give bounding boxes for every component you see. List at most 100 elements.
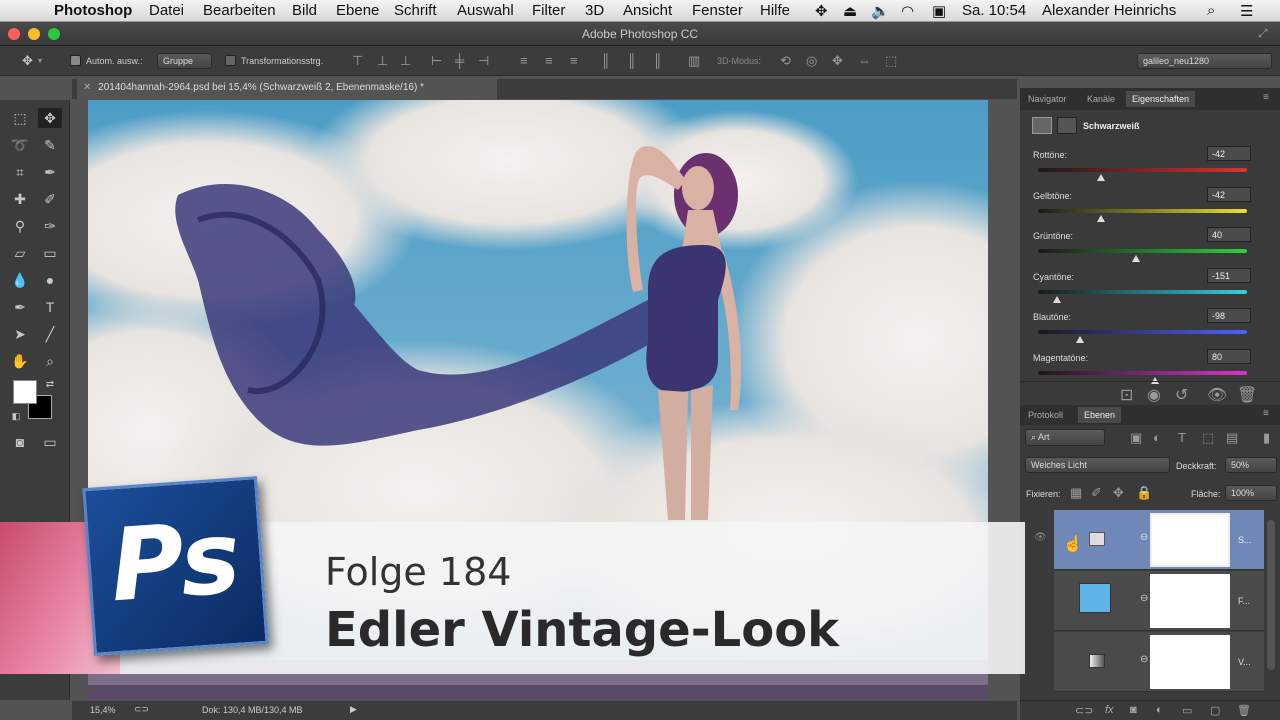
tab-history[interactable]: Protokoll: [1028, 410, 1063, 420]
pen-tool-icon[interactable]: ✒: [8, 297, 32, 317]
slider-thumb[interactable]: [1132, 255, 1141, 262]
layer-name[interactable]: S...: [1238, 535, 1252, 545]
layer-mask-thumbnail[interactable]: [1150, 635, 1230, 689]
3d-slide-icon[interactable]: ⇔: [858, 54, 871, 68]
crop-tool-icon[interactable]: ⌗: [8, 162, 32, 182]
visibility-eye-icon[interactable]: 👁: [1207, 385, 1227, 405]
tab-layers[interactable]: Ebenen: [1078, 407, 1122, 423]
new-adjustment-icon[interactable]: ◐: [1156, 704, 1163, 716]
lock-transparency-icon[interactable]: ▦: [1070, 486, 1082, 500]
3d-pan-icon[interactable]: ✥: [832, 54, 843, 68]
lock-all-icon[interactable]: 🔒: [1136, 486, 1152, 500]
auto-select-checkbox[interactable]: [70, 55, 81, 66]
menu-3d[interactable]: 3D: [585, 2, 604, 19]
lasso-tool-icon[interactable]: ➰: [8, 135, 32, 155]
distribute-vcenter-icon[interactable]: ≡: [545, 54, 553, 68]
link-layers-icon[interactable]: ⊂⊃: [1075, 704, 1093, 717]
filter-type-icon[interactable]: T: [1178, 431, 1186, 445]
view-previous-icon[interactable]: ◉: [1147, 385, 1161, 405]
distribute-hcenter-icon[interactable]: ║: [627, 54, 636, 68]
calendar-icon[interactable]: ▣: [932, 2, 946, 20]
slider-track[interactable]: [1038, 249, 1247, 253]
adjustment-type-icon[interactable]: [1032, 117, 1052, 134]
notification-list-icon[interactable]: ☰: [1240, 2, 1253, 20]
menu-hilfe[interactable]: Hilfe: [760, 2, 790, 19]
layer-row[interactable]: ⊖ F...: [1054, 571, 1264, 631]
layer-row-selected[interactable]: 👁 ⊖ S...: [1034, 510, 1264, 570]
slider-thumb[interactable]: [1052, 295, 1061, 303]
layers-scrollbar[interactable]: [1267, 520, 1275, 670]
volume-icon[interactable]: 🔈: [871, 2, 890, 20]
spotlight-search-icon[interactable]: ⌕: [1207, 2, 1215, 19]
foreground-color-swatch[interactable]: [13, 380, 37, 404]
status-menu-arrow-icon[interactable]: ▶: [350, 704, 357, 715]
layer-row[interactable]: ⊖ V...: [1054, 632, 1264, 692]
transform-controls-checkbox[interactable]: [225, 55, 236, 66]
mask-link-icon[interactable]: ⊖: [1140, 654, 1148, 665]
mask-link-icon[interactable]: ⊖: [1140, 532, 1148, 543]
new-layer-icon[interactable]: ▢: [1210, 704, 1220, 717]
align-left-icon[interactable]: ⊢: [431, 54, 442, 68]
layer-mask-thumbnail[interactable]: [1150, 574, 1230, 628]
layer-visibility-icon[interactable]: 👁: [1034, 532, 1047, 543]
workspace-switcher[interactable]: galileo_neu1280: [1137, 53, 1272, 69]
mask-icon[interactable]: [1057, 117, 1077, 134]
clock[interactable]: Sa. 10:54: [962, 2, 1026, 19]
align-vcenter-icon[interactable]: ⊥: [377, 54, 388, 68]
close-document-icon[interactable]: ✕: [83, 82, 91, 93]
menu-bearbeiten[interactable]: Bearbeiten: [203, 2, 276, 19]
menu-photoshop[interactable]: Photoshop: [54, 2, 132, 19]
eject-icon[interactable]: ⏏: [843, 2, 857, 20]
3d-scale-icon[interactable]: ⬚: [885, 54, 897, 68]
auto-select-target-select[interactable]: Gruppe: [157, 53, 212, 69]
swap-colors-icon[interactable]: ⇄: [38, 375, 62, 395]
menu-schrift[interactable]: Schrift: [394, 2, 437, 19]
gradient-tool-icon[interactable]: ▭: [38, 243, 62, 263]
hand-tool-icon[interactable]: ✋: [8, 351, 32, 371]
quick-selection-tool-icon[interactable]: ✎: [38, 135, 62, 155]
fill-input[interactable]: 100%: [1225, 485, 1277, 501]
align-hcenter-icon[interactable]: ╪: [455, 54, 464, 68]
auto-align-icon[interactable]: ▥: [688, 54, 700, 68]
3d-rotate-icon[interactable]: ⟲: [780, 54, 791, 68]
tab-navigator[interactable]: Navigator: [1028, 94, 1067, 104]
slider-value-input[interactable]: -98: [1207, 308, 1251, 323]
slider-value-input[interactable]: 80: [1207, 348, 1251, 364]
new-group-icon[interactable]: ▭: [1182, 704, 1192, 717]
layer-name[interactable]: V...: [1238, 657, 1251, 667]
filter-adjustment-icon[interactable]: ◐: [1153, 431, 1161, 445]
layer-filter-select[interactable]: ⌕ Art: [1025, 429, 1105, 446]
slider-value-input[interactable]: 40: [1207, 227, 1251, 242]
slider-track[interactable]: [1038, 168, 1247, 172]
eyedropper-tool-icon[interactable]: ✒: [38, 162, 62, 182]
menu-ansicht[interactable]: Ansicht: [623, 2, 672, 19]
layers-menu-icon[interactable]: ≡: [1263, 408, 1269, 419]
filter-smart-object-icon[interactable]: ▤: [1226, 431, 1238, 445]
delete-adjustment-icon[interactable]: 🗑: [1237, 385, 1257, 405]
history-brush-tool-icon[interactable]: ✑: [38, 216, 62, 236]
filter-toggle-icon[interactable]: ▮: [1263, 431, 1270, 445]
default-colors-icon[interactable]: ◧: [4, 406, 28, 426]
slider-thumb[interactable]: [1096, 174, 1105, 181]
slider-track[interactable]: [1038, 370, 1247, 375]
slider-value-input[interactable]: -42: [1207, 186, 1251, 202]
status-chain-icon[interactable]: ⊂⊃: [134, 704, 149, 715]
blur-tool-icon[interactable]: 💧: [8, 270, 32, 290]
layer-style-icon[interactable]: fx: [1105, 704, 1114, 716]
menu-filter[interactable]: Filter: [532, 2, 565, 19]
clone-stamp-tool-icon[interactable]: ⚲: [8, 216, 32, 236]
brush-tool-icon[interactable]: ✐: [38, 189, 62, 209]
clip-to-layer-icon[interactable]: ⊡: [1120, 385, 1133, 405]
add-mask-icon[interactable]: ◙: [1130, 704, 1137, 716]
move-tool-button-icon[interactable]: ✥: [38, 108, 62, 128]
document-tab[interactable]: ✕ 201404hannah-2964.psd bei 15,4% (Schwa…: [77, 79, 497, 99]
slider-value-input[interactable]: -42: [1207, 146, 1251, 161]
lock-position-icon[interactable]: ✥: [1113, 486, 1124, 500]
mask-link-icon[interactable]: ⊖: [1140, 593, 1148, 604]
quick-mask-icon[interactable]: ◙: [8, 432, 32, 452]
slider-track[interactable]: [1038, 330, 1247, 334]
align-bottom-icon[interactable]: ⊥: [400, 54, 411, 68]
align-right-icon[interactable]: ⊣: [478, 54, 489, 68]
layer-name[interactable]: F...: [1238, 596, 1250, 606]
path-selection-tool-icon[interactable]: ➤: [8, 324, 32, 344]
